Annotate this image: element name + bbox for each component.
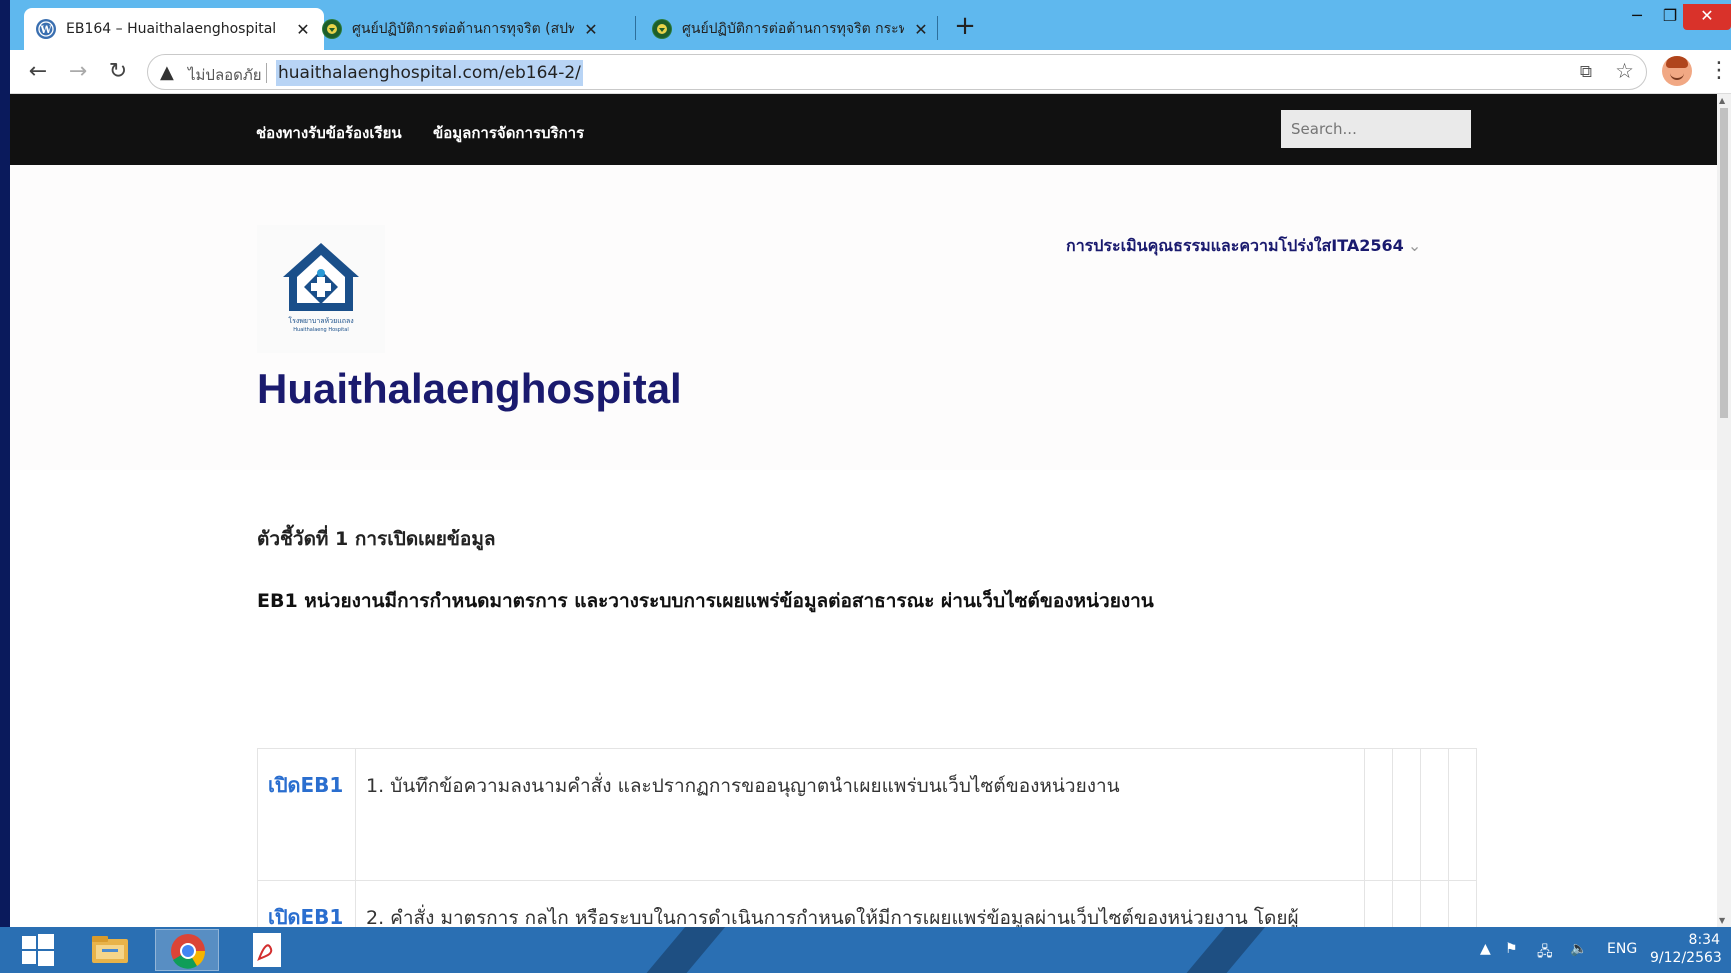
eb1-table: เปิดEB1 1. บันทึกข้อความลงนามคำสั่ง และป… [257, 748, 1478, 927]
site-header: โรงพยาบาลห้วยแถลง Huaithalaeng Hospital … [10, 165, 1717, 470]
address-bar[interactable]: ▲ ไม่ปลอดภัย huaithalaenghospital.com/eb… [147, 54, 1647, 90]
wordpress-icon: W [36, 19, 56, 39]
page-scrollbar[interactable]: ▲ ▼ [1717, 94, 1731, 927]
site-badge-icon [322, 19, 342, 39]
hospital-logo[interactable]: โรงพยาบาลห้วยแถลง Huaithalaeng Hospital [257, 225, 385, 353]
warning-icon[interactable]: ▲ [160, 62, 174, 83]
eb1-heading: EB1 หน่วยงานมีการกำหนดมาตรการ และวางระบบ… [257, 590, 1154, 612]
url-text[interactable]: huaithalaenghospital.com/eb164-2/ [276, 60, 583, 86]
scroll-down-arrow-icon[interactable]: ▼ [1719, 916, 1725, 925]
table-cell-empty [1420, 880, 1449, 927]
site-badge-icon [652, 19, 672, 39]
logo-text: โรงพยาบาลห้วยแถลง [288, 316, 353, 325]
svg-text:W: W [39, 25, 52, 36]
table-cell-empty [1447, 880, 1478, 927]
taskbar-decoration [1174, 927, 1266, 973]
tab-title: ศูนย์ปฏิบัติการต่อต้านการทุจริต กระทรวง [682, 21, 904, 37]
menu-ita-label: การประเมินคุณธรรมและความโปร่งใสITA2564 [1066, 236, 1404, 255]
profile-avatar[interactable] [1662, 56, 1692, 86]
clock-date: 9/12/2563 [1650, 950, 1722, 966]
tab-title: ศูนย์ปฏิบัติการต่อต้านการทุจริต (สปท.) [352, 21, 574, 37]
table-cell: เปิดEB1 [257, 748, 356, 881]
open-eb1-link[interactable]: เปิดEB1 [268, 773, 343, 797]
table-cell-empty [1447, 748, 1478, 881]
network-icon[interactable]: 🖧 [1537, 941, 1553, 965]
browser-window: W EB164 – Huaithalaenghospital ✕ ศูนย์ปฏ… [10, 0, 1731, 927]
address-separator [266, 63, 267, 83]
indicator-heading: ตัวชี้วัดที่ 1 การเปิดเผยข้อมูล [257, 528, 496, 550]
open-eb1-link[interactable]: เปิดEB1 [268, 905, 343, 927]
close-window-button[interactable]: ✕ [1683, 4, 1731, 30]
table-row: เปิดEB1 1. บันทึกข้อความลงนามคำสั่ง และป… [257, 748, 1478, 881]
windows-taskbar: ▲ ⚑ 🖧 🔈 ENG 8:34 9/12/2563 [0, 927, 1731, 973]
nav-service-management[interactable]: ข้อมูลการจัดการบริการ [433, 121, 584, 145]
tab-strip: W EB164 – Huaithalaenghospital ✕ ศูนย์ปฏ… [10, 0, 1731, 50]
close-tab-icon[interactable]: ✕ [912, 20, 930, 39]
new-tab-button[interactable]: + [950, 12, 980, 42]
search-input[interactable] [1281, 110, 1471, 148]
windows-start-icon[interactable] [22, 934, 54, 966]
tab-spt-ministry[interactable]: ศูนย์ปฏิบัติการต่อต้านการทุจริต กระทรวง … [640, 8, 942, 50]
tab-separator [635, 16, 636, 40]
scrollbar-thumb[interactable] [1720, 108, 1728, 418]
more-menu-icon[interactable]: ⋮ [1708, 58, 1730, 83]
table-cell-text: 2. คำสั่ง มาตรการ กลไก หรือระบบในการดำเน… [354, 880, 1366, 927]
security-label[interactable]: ไม่ปลอดภัย [188, 63, 262, 87]
site-title[interactable]: Huaithalaenghospital [257, 365, 682, 413]
file-explorer-icon[interactable] [78, 929, 142, 971]
tab-separator [937, 16, 938, 40]
site-top-nav: ช่องทางรับข้อร้องเรียน ข้อมูลการจัดการบร… [10, 94, 1717, 165]
chevron-down-icon: ⌄ [1407, 236, 1422, 255]
table-cell-empty [1420, 748, 1449, 881]
taskbar-clock[interactable]: 8:34 9/12/2563 [1650, 931, 1722, 967]
nav-complaint-channel[interactable]: ช่องทางรับข้อร้องเรียน [256, 121, 402, 145]
table-cell-empty [1364, 748, 1394, 881]
close-tab-icon[interactable]: ✕ [582, 20, 600, 39]
web-page: ช่องทางรับข้อร้องเรียน ข้อมูลการจัดการบร… [10, 94, 1717, 927]
tab-eb164[interactable]: W EB164 – Huaithalaenghospital ✕ [24, 8, 324, 50]
tab-title: EB164 – Huaithalaenghospital [66, 21, 277, 37]
pdf-reader-icon[interactable] [235, 929, 299, 971]
forward-arrow-icon[interactable]: → [62, 56, 94, 88]
article-content: ตัวชี้วัดที่ 1 การเปิดเผยข้อมูล EB1 หน่ว… [257, 524, 1477, 612]
taskbar-decoration [634, 927, 726, 973]
clock-time: 8:34 [1688, 932, 1720, 948]
volume-icon[interactable]: 🔈 [1570, 941, 1587, 957]
bookmark-star-icon[interactable]: ☆ [1615, 59, 1634, 83]
tab-spt[interactable]: ศูนย์ปฏิบัติการต่อต้านการทุจริต (สปท.) ✕ [310, 8, 612, 50]
language-indicator[interactable]: ENG [1607, 941, 1637, 957]
reload-icon[interactable]: ↻ [102, 56, 134, 88]
table-cell: เปิดEB1 [257, 880, 356, 927]
table-cell-empty [1392, 880, 1422, 927]
menu-ita2564[interactable]: การประเมินคุณธรรมและความโปร่งใสITA2564 ⌄ [1066, 234, 1421, 259]
table-cell-text: 1. บันทึกข้อความลงนามคำสั่ง และปรากฏการข… [354, 748, 1366, 881]
tray-expand-icon[interactable]: ▲ [1480, 941, 1491, 957]
chrome-icon[interactable] [155, 929, 219, 971]
table-cell-empty [1364, 880, 1394, 927]
cast-icon[interactable]: ⧉ [1580, 62, 1592, 82]
browser-toolbar: ← → ↻ ▲ ไม่ปลอดภัย huaithalaenghospital.… [10, 50, 1731, 94]
action-center-flag-icon[interactable]: ⚑ [1505, 941, 1518, 957]
scroll-up-arrow-icon[interactable]: ▲ [1719, 96, 1725, 105]
back-arrow-icon[interactable]: ← [22, 56, 54, 88]
logo-subtext: Huaithalaeng Hospital [293, 327, 348, 333]
table-row: เปิดEB1 2. คำสั่ง มาตรการ กลไก หรือระบบใ… [257, 880, 1478, 927]
table-cell-empty [1392, 748, 1422, 881]
